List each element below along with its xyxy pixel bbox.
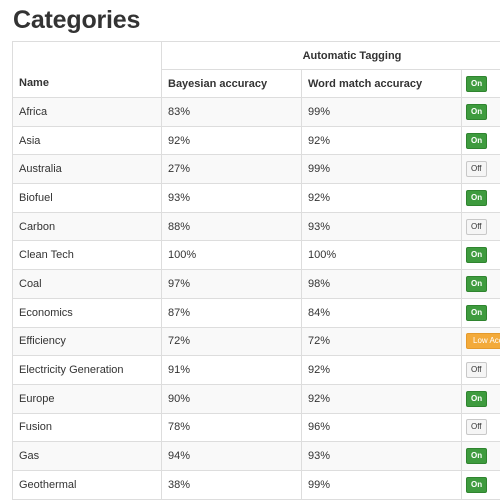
bayesian-accuracy-cell: 92% [161,126,302,156]
word-match-accuracy-cell: 92% [301,355,462,385]
auto-tagging-toggle-on-button[interactable]: On [466,275,488,292]
word-match-accuracy-cell: 92% [301,126,462,156]
column-header-toggle-cell: On [461,69,500,98]
bayesian-accuracy-cell: 90% [161,384,302,414]
column-header-bayesian-accuracy[interactable]: Bayesian accuracy [161,69,302,98]
header-group-spacer [12,41,162,70]
word-match-accuracy-cell: 99% [301,154,462,185]
table-row: Gas 94% 93% On [12,441,500,471]
word-match-accuracy-cell: 99% [301,97,462,127]
auto-tagging-toggle-on-button[interactable]: On [466,247,488,264]
word-match-accuracy-cell: 100% [301,240,462,271]
auto-tagging-cell: On [461,97,500,127]
auto-tagging-cell: Off [461,212,500,242]
table-row: Australia 27% 99% Off [12,154,500,185]
table-row: Biofuel 93% 92% On [12,183,500,213]
toggle-all-on-button[interactable]: On [466,75,488,92]
table-row: Efficiency72%72%Low Accuracy [12,327,500,357]
table-row: Europe 90% 92% On [12,384,500,414]
auto-tagging-toggle-off-button[interactable]: Off [466,218,487,235]
category-name-cell[interactable]: Gas [12,441,162,471]
bayesian-accuracy-cell: 27% [161,154,302,185]
table-body: Africa 83% 99% On Asia 92% 92% On Australia 27% 99… [12,97,500,500]
word-match-accuracy-cell: 92% [301,384,462,414]
bayesian-accuracy-cell: 78% [161,413,302,443]
category-name-cell[interactable]: Africa [12,97,162,127]
word-match-accuracy-cell: 99% [301,470,462,500]
category-name-cell[interactable]: Clean Tech [12,240,162,271]
bayesian-accuracy-cell: 88% [161,212,302,242]
bayesian-accuracy-cell: 94% [161,441,302,471]
column-header-name[interactable]: Name [12,69,162,98]
bayesian-accuracy-cell: 38% [161,470,302,500]
auto-tagging-cell: On [461,441,500,471]
category-name-cell[interactable]: Fusion [12,413,162,443]
auto-tagging-cell: On [461,240,500,271]
table-header: Automatic Tagging Name Bayesian accuracy… [12,41,500,98]
auto-tagging-toggle-off-button[interactable]: Off [466,419,487,436]
auto-tagging-toggle-off-button[interactable]: Off [466,362,487,379]
table-row: Economics 87% 84% On [12,298,500,328]
word-match-accuracy-cell: 72% [301,327,462,357]
category-name-cell[interactable]: Asia [12,126,162,156]
auto-tagging-toggle-on-button[interactable]: On [466,448,488,465]
category-name-cell[interactable]: Carbon [12,212,162,242]
bayesian-accuracy-cell: 72% [161,327,302,357]
bayesian-accuracy-cell: 91% [161,355,302,385]
word-match-accuracy-cell: 93% [301,441,462,471]
header-group-row: Automatic Tagging [12,41,500,70]
auto-tagging-cell: On [461,126,500,156]
word-match-accuracy-cell: 98% [301,269,462,299]
table-row: Geothermal 38% 99% On [12,470,500,500]
auto-tagging-cell: On [461,298,500,328]
category-name-cell[interactable]: Geothermal [12,470,162,500]
auto-tagging-cell: Low Accuracy [461,327,500,357]
auto-tagging-toggle-on-button[interactable]: On [466,390,488,407]
table-row: Electricity Generation 91% 92% Off [12,355,500,385]
auto-tagging-cell: Off [461,413,500,443]
table-row: Fusion 78% 96% Off [12,413,500,443]
table-row: Clean Tech 100% 100% On [12,240,500,271]
auto-tagging-toggle-off-button[interactable]: Off [466,161,487,178]
bayesian-accuracy-cell: 97% [161,269,302,299]
bayesian-accuracy-cell: 87% [161,298,302,328]
categories-table: Automatic Tagging Name Bayesian accuracy… [12,41,500,500]
auto-tagging-toggle-on-button[interactable]: On [466,103,488,120]
word-match-accuracy-cell: 96% [301,413,462,443]
auto-tagging-cell: Off [461,355,500,385]
bayesian-accuracy-cell: 83% [161,97,302,127]
word-match-accuracy-cell: 84% [301,298,462,328]
categories-table-container: Automatic Tagging Name Bayesian accuracy… [12,41,500,500]
header-column-row: Name Bayesian accuracy Word match accura… [12,69,500,98]
category-name-cell[interactable]: Efficiency [12,327,162,357]
table-row: Coal 97% 98% On [12,269,500,299]
auto-tagging-cell: On [461,183,500,213]
category-name-cell[interactable]: Europe [12,384,162,414]
auto-tagging-toggle-low-button[interactable]: Low Accuracy [466,333,500,350]
category-name-cell[interactable]: Coal [12,269,162,299]
auto-tagging-cell: On [461,384,500,414]
auto-tagging-toggle-on-button[interactable]: On [466,476,488,493]
category-name-cell[interactable]: Economics [12,298,162,328]
word-match-accuracy-cell: 93% [301,212,462,242]
word-match-accuracy-cell: 92% [301,183,462,213]
auto-tagging-cell: Off [461,154,500,185]
auto-tagging-cell: On [461,470,500,500]
auto-tagging-toggle-on-button[interactable]: On [466,132,488,149]
auto-tagging-toggle-on-button[interactable]: On [466,189,488,206]
category-name-cell[interactable]: Biofuel [12,183,162,213]
table-row: Carbon 88% 93% Off [12,212,500,242]
table-row: Asia 92% 92% On [12,126,500,156]
category-name-cell[interactable]: Electricity Generation [12,355,162,385]
auto-tagging-toggle-on-button[interactable]: On [466,304,488,321]
auto-tagging-cell: On [461,269,500,299]
column-header-word-match-accuracy[interactable]: Word match accuracy [301,69,462,98]
category-name-cell[interactable]: Australia [12,154,162,185]
table-row: Africa 83% 99% On [12,97,500,127]
bayesian-accuracy-cell: 93% [161,183,302,213]
bayesian-accuracy-cell: 100% [161,240,302,271]
automatic-tagging-heading: Automatic Tagging [161,41,500,70]
page-title: Categories [13,6,141,34]
